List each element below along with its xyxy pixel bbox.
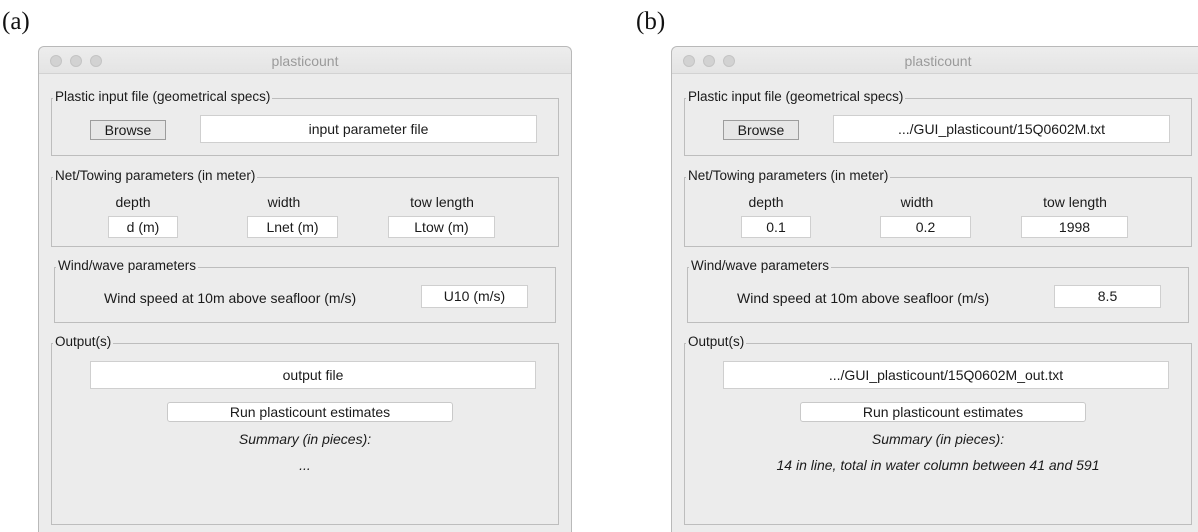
wind-wave-group: Wind/wave parameters Wind speed at 10m a… bbox=[687, 258, 1189, 323]
net-towing-legend: Net/Towing parameters (in meter) bbox=[686, 168, 891, 183]
summary-title: Summary (in pieces): bbox=[238, 431, 372, 447]
wind-speed-input[interactable]: U10 (m/s) bbox=[421, 285, 528, 308]
panel-label-b: (b) bbox=[636, 8, 666, 35]
wind-wave-legend: Wind/wave parameters bbox=[689, 258, 832, 273]
width-input[interactable]: Lnet (m) bbox=[247, 216, 338, 238]
run-estimates-button[interactable]: Run plasticount estimates bbox=[167, 402, 453, 422]
browse-button[interactable]: Browse bbox=[723, 120, 799, 140]
summary-title: Summary (in pieces): bbox=[871, 431, 1005, 447]
window-title: plasticount bbox=[271, 53, 339, 69]
run-estimates-button[interactable]: Run plasticount estimates bbox=[800, 402, 1086, 422]
input-file-field[interactable]: .../GUI_plasticount/15Q0602M.txt bbox=[833, 115, 1170, 143]
wind-wave-legend: Wind/wave parameters bbox=[56, 258, 199, 273]
depth-input[interactable]: d (m) bbox=[108, 216, 178, 238]
net-towing-group: Net/Towing parameters (in meter) depth w… bbox=[51, 168, 559, 247]
tow-length-input[interactable]: Ltow (m) bbox=[388, 216, 495, 238]
plastic-input-legend: Plastic input file (geometrical specs) bbox=[686, 89, 906, 104]
title-bar: plasticount bbox=[672, 47, 1198, 74]
width-label: width bbox=[267, 194, 301, 210]
output-file-field[interactable]: .../GUI_plasticount/15Q0602M_out.txt bbox=[723, 361, 1169, 389]
browse-button[interactable]: Browse bbox=[90, 120, 166, 140]
wind-speed-label: Wind speed at 10m above seafloor (m/s) bbox=[104, 290, 357, 306]
width-input[interactable]: 0.2 bbox=[880, 216, 971, 238]
wind-speed-input[interactable]: 8.5 bbox=[1054, 285, 1161, 308]
panel-label-a: (a) bbox=[2, 8, 30, 35]
output-group: Output(s) output file Run plasticount es… bbox=[51, 334, 559, 525]
input-file-field[interactable]: input parameter file bbox=[200, 115, 537, 143]
plasticount-window-a: plasticount Plastic input file (geometri… bbox=[38, 46, 572, 532]
wind-speed-label: Wind speed at 10m above seafloor (m/s) bbox=[737, 290, 990, 306]
depth-input[interactable]: 0.1 bbox=[741, 216, 811, 238]
depth-label: depth bbox=[115, 194, 151, 210]
output-group: Output(s) .../GUI_plasticount/15Q0602M_o… bbox=[684, 334, 1192, 525]
summary-text: ... bbox=[299, 457, 311, 473]
title-bar: plasticount bbox=[39, 47, 571, 74]
plasticount-window-b: plasticount Plastic input file (geometri… bbox=[671, 46, 1198, 532]
output-legend: Output(s) bbox=[53, 334, 114, 349]
width-label: width bbox=[900, 194, 934, 210]
depth-label: depth bbox=[748, 194, 784, 210]
output-legend: Output(s) bbox=[686, 334, 747, 349]
tow-length-label: tow length bbox=[1043, 194, 1107, 210]
net-towing-legend: Net/Towing parameters (in meter) bbox=[53, 168, 258, 183]
summary-text: 14 in line, total in water column betwee… bbox=[776, 457, 1100, 473]
wind-wave-group: Wind/wave parameters Wind speed at 10m a… bbox=[54, 258, 556, 323]
output-file-field[interactable]: output file bbox=[90, 361, 536, 389]
net-towing-group: Net/Towing parameters (in meter) depth w… bbox=[684, 168, 1192, 247]
tow-length-label: tow length bbox=[410, 194, 474, 210]
window-title: plasticount bbox=[904, 53, 972, 69]
tow-length-input[interactable]: 1998 bbox=[1021, 216, 1128, 238]
plastic-input-legend: Plastic input file (geometrical specs) bbox=[53, 89, 273, 104]
plastic-input-group: Plastic input file (geometrical specs) B… bbox=[684, 89, 1192, 156]
plastic-input-group: Plastic input file (geometrical specs) B… bbox=[51, 89, 559, 156]
